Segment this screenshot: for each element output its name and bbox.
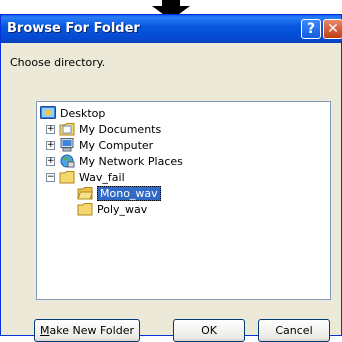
tree-item-desktop[interactable]: Desktop bbox=[40, 105, 105, 121]
tree-item-my-documents[interactable]: My Documents bbox=[59, 121, 161, 137]
make-new-folder-button[interactable]: Make New Folder bbox=[34, 319, 140, 342]
browse-for-folder-dialog: Browse For Folder ? ✕ Choose directory. … bbox=[0, 14, 342, 342]
tree-item-wav-fail[interactable]: Wav_fail bbox=[59, 169, 125, 185]
tree-item-poly-wav[interactable]: Poly_wav bbox=[77, 201, 147, 217]
tree-item-label: Poly_wav bbox=[97, 202, 148, 216]
folder-open-icon bbox=[77, 187, 93, 200]
cancel-button[interactable]: Cancel bbox=[258, 319, 330, 342]
title-bar[interactable]: Browse For Folder ? ✕ bbox=[1, 15, 342, 43]
tree-item-my-network-places[interactable]: My Network Places bbox=[59, 153, 183, 169]
collapse-toggle[interactable]: − bbox=[46, 173, 55, 182]
tree-item-my-computer[interactable]: My Computer bbox=[59, 137, 153, 153]
tree-item-mono-wav[interactable]: Mono_wav bbox=[77, 185, 161, 201]
folder-tree[interactable]: Desktop + My Documents + My Computer + M… bbox=[36, 101, 331, 300]
button-label: ake New Folder bbox=[49, 324, 134, 337]
mnemonic-letter: M bbox=[40, 324, 50, 337]
my-documents-icon bbox=[59, 123, 75, 136]
expand-toggle[interactable]: + bbox=[46, 157, 55, 166]
my-computer-icon bbox=[60, 138, 74, 152]
tree-item-label: My Network Places bbox=[79, 154, 183, 168]
expand-toggle[interactable]: + bbox=[46, 125, 55, 134]
prompt-text: Choose directory. bbox=[10, 56, 106, 69]
folder-icon bbox=[77, 203, 93, 216]
tree-item-label: Wav_fail bbox=[79, 170, 125, 184]
desktop-icon bbox=[40, 106, 56, 119]
network-places-icon bbox=[60, 154, 75, 168]
tree-item-label: My Computer bbox=[79, 138, 154, 152]
tree-item-label-selected: Mono_wav bbox=[97, 185, 161, 201]
folder-icon bbox=[59, 171, 75, 184]
expand-toggle[interactable]: + bbox=[46, 141, 55, 150]
help-button[interactable]: ? bbox=[301, 19, 321, 39]
tree-item-label: Desktop bbox=[60, 106, 106, 120]
ok-button[interactable]: OK bbox=[173, 319, 245, 342]
close-button[interactable]: ✕ bbox=[323, 19, 342, 39]
tree-item-label: My Documents bbox=[79, 122, 162, 136]
dialog-title: Browse For Folder bbox=[7, 21, 140, 36]
